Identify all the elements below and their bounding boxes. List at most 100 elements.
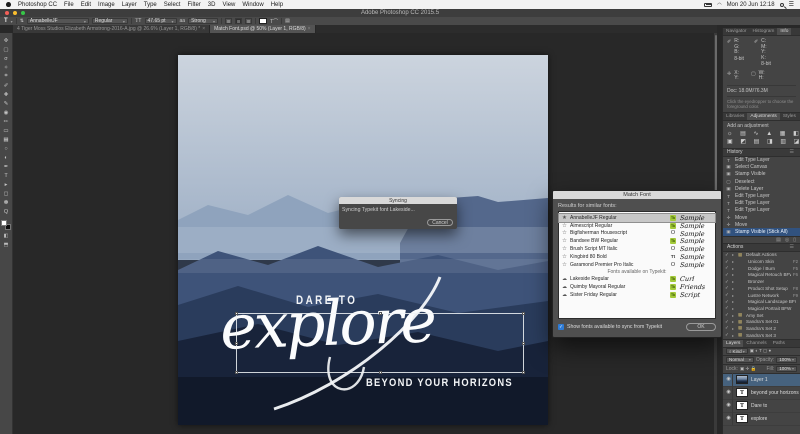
blend-mode-select[interactable]: Normal ▾ xyxy=(726,356,754,363)
tool-button[interactable]: ▦ xyxy=(1,135,12,144)
menu-help[interactable]: Help xyxy=(271,2,283,8)
panel-tab[interactable]: Channels xyxy=(743,340,769,347)
antialias-select[interactable]: Strong ▾ xyxy=(188,18,219,24)
expand-triangle-icon[interactable]: ▸ xyxy=(732,293,736,298)
adjustment-icons-row-1[interactable]: ☼ ▤ ∿ ▲ ▦ ◧ ◐ ▩ xyxy=(727,130,800,138)
tool-button[interactable]: ✐ xyxy=(1,81,12,90)
layer-visibility-eye-icon[interactable]: ◉ xyxy=(725,399,733,412)
history-item[interactable]: ▣ Stamp Visible xyxy=(723,171,800,178)
action-item[interactable]: ✓ ▸ ▩ Lustre Network F9 xyxy=(723,292,800,299)
new-document-from-state-icon[interactable]: ▤ xyxy=(776,237,781,243)
panel-tab[interactable]: Libraries xyxy=(723,113,747,120)
transform-handle[interactable] xyxy=(522,341,525,345)
quick-mask-icon[interactable]: ◧ xyxy=(4,233,9,239)
transform-handle[interactable] xyxy=(235,341,238,345)
ok-button[interactable]: OK xyxy=(686,323,716,331)
notification-center-icon[interactable]: ☰ xyxy=(789,1,794,8)
history-item[interactable]: T Edit Type Layer xyxy=(723,207,800,214)
transform-handle[interactable] xyxy=(378,312,382,315)
history-item[interactable]: ▣ Stamp Visible (Stick All) xyxy=(723,228,800,236)
type-tool-icon[interactable]: T xyxy=(4,18,8,24)
layer-thumbnail[interactable]: T xyxy=(736,388,748,397)
layer-name[interactable]: beyond your horizons xyxy=(751,390,799,396)
action-item[interactable]: ✓ ▸ ▩ Amy Set xyxy=(723,312,800,319)
cancel-button[interactable]: Cancel xyxy=(427,219,453,226)
action-check-icon[interactable]: ✓ xyxy=(725,312,730,318)
expand-triangle-icon[interactable]: ▸ xyxy=(732,313,736,318)
transform-handle[interactable] xyxy=(235,371,238,374)
expand-triangle-icon[interactable]: ▸ xyxy=(732,259,736,264)
battery-icon[interactable] xyxy=(704,2,713,7)
menu-file[interactable]: File xyxy=(64,2,74,8)
layer-name[interactable]: Dare to xyxy=(751,403,767,409)
transform-handle[interactable] xyxy=(522,371,525,374)
expand-triangle-icon[interactable]: ▸ xyxy=(732,286,736,291)
text-orientation-icon[interactable]: ⇅ xyxy=(20,18,24,24)
menu-layer[interactable]: Layer xyxy=(122,2,137,8)
typekit-font-row[interactable]: ☁ Quimby Mayoral Regular Tk Friends xyxy=(559,283,715,291)
tool-button[interactable]: T xyxy=(1,171,12,180)
fill-select[interactable]: 100% ▾ xyxy=(776,365,797,372)
align-center-button[interactable]: ☰ xyxy=(235,18,243,24)
layer-row[interactable]: ◉ T beyond your horizons xyxy=(723,386,800,400)
action-item[interactable]: ✓ ▸ ▩ Sandra's Set 01 xyxy=(723,318,800,325)
history-item[interactable]: ✛ Move xyxy=(723,221,800,228)
action-check-icon[interactable]: ✓ xyxy=(725,325,730,331)
tool-button[interactable]: Q xyxy=(1,207,12,216)
layer-row[interactable]: ◉ T Dare to xyxy=(723,399,800,413)
favorite-star-icon[interactable]: ☆ xyxy=(562,230,568,236)
favorite-star-icon[interactable]: ☆ xyxy=(562,262,568,268)
layer-name[interactable]: explore xyxy=(751,416,767,422)
close-tab-icon[interactable]: × xyxy=(202,26,205,32)
favorite-star-icon[interactable]: ☆ xyxy=(562,238,568,244)
favorite-star-icon[interactable]: ★ xyxy=(562,215,568,221)
font-family-select[interactable]: AnnabelleJF ▾ xyxy=(26,18,89,24)
menu-select[interactable]: Select xyxy=(164,2,181,8)
tool-button[interactable]: ▢ xyxy=(1,45,12,54)
action-check-icon[interactable]: ✓ xyxy=(725,299,730,305)
menu-type[interactable]: Type xyxy=(144,2,157,8)
expand-triangle-icon[interactable]: ▸ xyxy=(732,266,736,271)
panel-tab[interactable]: Layers xyxy=(723,339,744,347)
document-tab[interactable]: 4 Tiger Moss Studios Elizabeth Armstrong… xyxy=(13,25,211,33)
text-color-swatch[interactable] xyxy=(259,18,268,24)
menu-photoshop-cc[interactable]: Photoshop CC xyxy=(18,2,57,8)
panel-tab[interactable]: Adjustments xyxy=(747,112,780,120)
history-item[interactable]: T Edit Type Layer xyxy=(723,192,800,199)
tool-button[interactable]: ▭ xyxy=(1,126,12,135)
apple-logo-icon[interactable] xyxy=(6,2,11,7)
history-item[interactable]: ✛ Move xyxy=(723,214,800,221)
action-item[interactable]: ✓ ▸ ▩ Magical Landscape BFW xyxy=(723,298,800,305)
eyedropper-icon[interactable]: ✐ xyxy=(754,39,758,68)
expand-triangle-icon[interactable]: ▸ xyxy=(732,299,736,304)
expand-triangle-icon[interactable]: ▸ xyxy=(732,272,736,277)
action-item[interactable]: ✓ ▸ ▩ Default Actions xyxy=(723,252,800,259)
font-result-row[interactable]: ★ AnnabelleJF Regular Tk Sample xyxy=(558,213,716,223)
history-item[interactable]: ▣ Select Canvas xyxy=(723,164,800,171)
expand-triangle-icon[interactable]: ▸ xyxy=(732,319,736,324)
transform-handle[interactable] xyxy=(522,312,525,315)
action-check-icon[interactable]: ✓ xyxy=(725,265,730,271)
action-check-icon[interactable]: ✓ xyxy=(725,332,730,338)
panel-tab[interactable]: Info xyxy=(777,28,792,35)
tool-button[interactable]: ✽ xyxy=(1,198,12,207)
foreground-color-swatch[interactable] xyxy=(1,220,7,226)
opacity-select[interactable]: 100% ▾ xyxy=(776,356,797,363)
tool-button[interactable]: ◉ xyxy=(1,108,12,117)
expand-triangle-icon[interactable]: ▸ xyxy=(732,333,736,338)
layer-visibility-eye-icon[interactable]: ◉ xyxy=(725,412,733,425)
typekit-font-row[interactable]: ☁ Sister Friday Regular Tk Script xyxy=(559,291,715,299)
tool-button[interactable]: ▸ xyxy=(1,180,12,189)
spotlight-search-icon[interactable] xyxy=(779,2,784,7)
action-item[interactable]: ✓ ▸ ▩ Sandra's Set 3 xyxy=(723,332,800,339)
new-snapshot-icon[interactable]: ◎ xyxy=(785,237,789,243)
transform-handle[interactable] xyxy=(378,371,382,374)
history-item[interactable]: ▢ Deselect xyxy=(723,178,800,185)
menu-edit[interactable]: Edit xyxy=(81,2,91,8)
action-check-icon[interactable]: ✓ xyxy=(725,272,730,278)
menu-filter[interactable]: Filter xyxy=(187,2,200,8)
action-item[interactable]: ✓ ▸ ▩ Magical Retouch BFW F6 xyxy=(723,272,800,279)
show-typekit-checkbox[interactable]: ✓ xyxy=(558,324,564,330)
toggle-panels-icon[interactable]: ▤ xyxy=(285,18,290,24)
panel-menu-icon[interactable]: ☰ xyxy=(790,149,796,155)
